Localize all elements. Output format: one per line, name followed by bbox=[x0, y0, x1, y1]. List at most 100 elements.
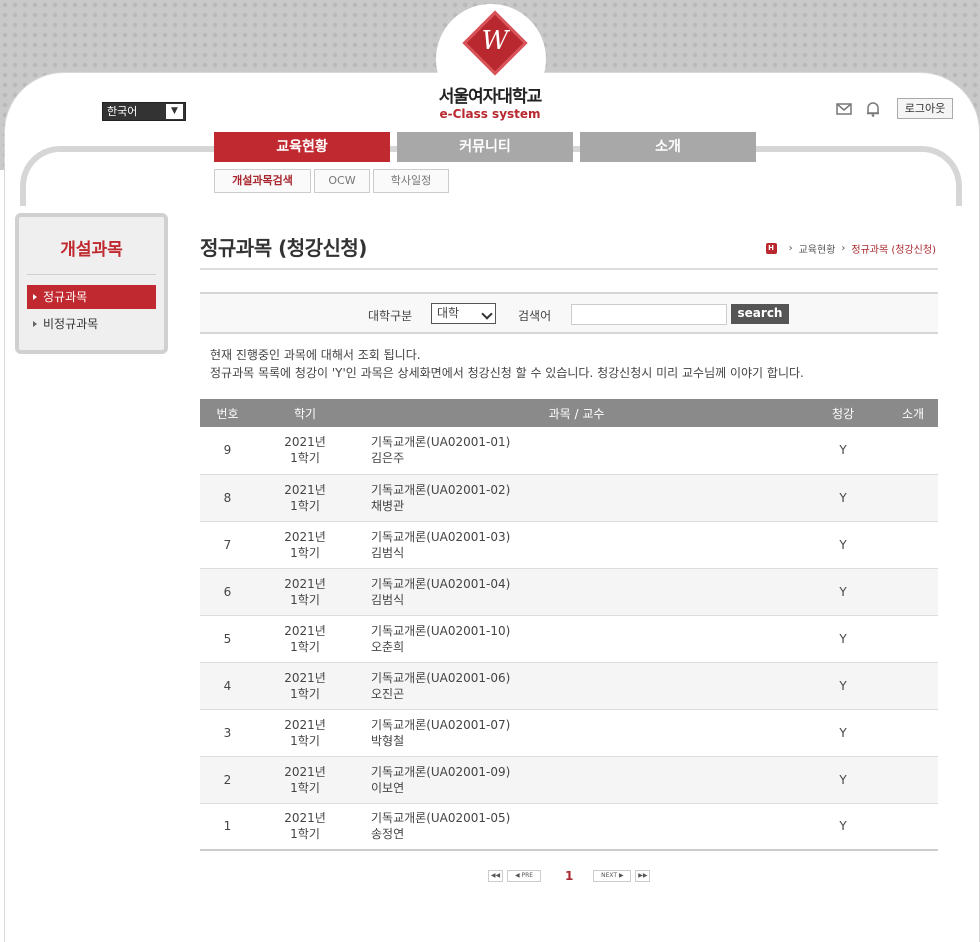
subtab-ocw[interactable]: OCW bbox=[314, 169, 370, 193]
cell-semester: 1학기 bbox=[290, 498, 320, 513]
cell-semester: 1학기 bbox=[290, 451, 320, 466]
first-page-icon[interactable]: ◀◀ bbox=[488, 870, 503, 882]
cell-number: 1 bbox=[200, 803, 255, 851]
cell-intro bbox=[888, 427, 938, 475]
cell-semester: 1학기 bbox=[290, 733, 320, 748]
table-row[interactable]: 7 2021년 1학기 기독교개론(UA02001-03) 김범식 Y bbox=[200, 521, 938, 569]
cell-course: 기독교개론(UA02001-09) 이보연 bbox=[355, 756, 798, 804]
side-menu-title: 개설과목 bbox=[27, 235, 156, 275]
side-menu-item-irregular[interactable]: 비정규과목 bbox=[27, 312, 156, 336]
course-link[interactable]: 기독교개론(UA02001-01) bbox=[371, 434, 798, 450]
tab-education[interactable]: 교육현황 bbox=[214, 132, 390, 162]
cell-number: 8 bbox=[200, 474, 255, 522]
cell-audit: Y bbox=[798, 709, 888, 757]
cell-semester: 1학기 bbox=[290, 592, 320, 607]
course-link[interactable]: 기독교개론(UA02001-06) bbox=[371, 670, 798, 686]
cell-term: 2021년 1학기 bbox=[255, 568, 355, 616]
breadcrumb: H › 교육현황 › 정규과목 (청강신청) bbox=[765, 241, 936, 256]
logo[interactable]: W 서울여자대학교 e-Class system bbox=[430, 10, 550, 121]
home-icon[interactable]: H bbox=[765, 243, 777, 254]
professor-name: 김은주 bbox=[371, 451, 405, 466]
course-link[interactable]: 기독교개론(UA02001-02) bbox=[371, 482, 798, 498]
subtab-academic-calendar[interactable]: 학사일정 bbox=[373, 169, 449, 193]
next-page-button[interactable]: NEXT ▶ bbox=[593, 870, 632, 882]
table-row[interactable]: 5 2021년 1학기 기독교개론(UA02001-10) 오춘희 Y bbox=[200, 615, 938, 663]
university-type-value: 대학 bbox=[437, 306, 460, 320]
table-row[interactable]: 1 2021년 1학기 기독교개론(UA02001-05) 송정연 Y bbox=[200, 803, 938, 851]
cell-year: 2021년 bbox=[284, 764, 326, 779]
cell-semester: 1학기 bbox=[290, 639, 320, 654]
cell-course: 기독교개론(UA02001-04) 김범식 bbox=[355, 568, 798, 616]
cell-year: 2021년 bbox=[284, 623, 326, 638]
cell-audit: Y bbox=[798, 756, 888, 804]
logo-emblem-icon: W bbox=[462, 10, 528, 76]
column-header-term: 학기 bbox=[255, 399, 355, 427]
cell-term: 2021년 1학기 bbox=[255, 427, 355, 475]
cell-number: 3 bbox=[200, 709, 255, 757]
pagination: ◀◀ ◀ PRE 1 NEXT ▶ ▶▶ bbox=[488, 869, 654, 883]
cell-number: 7 bbox=[200, 521, 255, 569]
breadcrumb-item[interactable]: 교육현황 bbox=[799, 241, 836, 256]
table-header-row: 번호 학기 과목 / 교수 청강 소개 bbox=[200, 399, 938, 427]
university-type-select[interactable]: 대학 bbox=[431, 303, 496, 324]
course-link[interactable]: 기독교개론(UA02001-10) bbox=[371, 623, 798, 639]
cell-intro bbox=[888, 521, 938, 569]
tab-community[interactable]: 커뮤니티 bbox=[397, 132, 573, 162]
keyword-label: 검색어 bbox=[518, 309, 552, 323]
language-select[interactable]: 한국어 ▼ bbox=[102, 102, 186, 121]
cell-semester: 1학기 bbox=[290, 686, 320, 701]
cell-course: 기독교개론(UA02001-10) 오춘희 bbox=[355, 615, 798, 663]
cell-intro bbox=[888, 803, 938, 851]
search-input[interactable] bbox=[571, 304, 727, 325]
table-row[interactable]: 9 2021년 1학기 기독교개론(UA02001-01) 김은주 Y bbox=[200, 427, 938, 475]
last-page-icon[interactable]: ▶▶ bbox=[635, 870, 651, 882]
professor-name: 김범식 bbox=[371, 592, 405, 607]
column-header-number: 번호 bbox=[200, 399, 255, 427]
cell-number: 2 bbox=[200, 756, 255, 804]
cell-course: 기독교개론(UA02001-07) 박형철 bbox=[355, 709, 798, 757]
table-row[interactable]: 4 2021년 1학기 기독교개론(UA02001-06) 오진곤 Y bbox=[200, 662, 938, 710]
cell-semester: 1학기 bbox=[290, 780, 320, 795]
course-link[interactable]: 기독교개론(UA02001-05) bbox=[371, 810, 798, 826]
professor-name: 송정연 bbox=[371, 827, 405, 842]
cell-course: 기독교개론(UA02001-03) 김범식 bbox=[355, 521, 798, 569]
search-button[interactable]: search bbox=[731, 304, 789, 324]
cell-audit: Y bbox=[798, 662, 888, 710]
course-link[interactable]: 기독교개론(UA02001-09) bbox=[371, 764, 798, 780]
cell-intro bbox=[888, 568, 938, 616]
cell-audit: Y bbox=[798, 521, 888, 569]
bell-icon[interactable] bbox=[864, 100, 882, 118]
prev-page-button[interactable]: ◀ PRE bbox=[507, 870, 541, 882]
cell-year: 2021년 bbox=[284, 576, 326, 591]
table-row[interactable]: 3 2021년 1학기 기독교개론(UA02001-07) 박형철 Y bbox=[200, 709, 938, 757]
tab-about[interactable]: 소개 bbox=[580, 132, 756, 162]
cell-course: 기독교개론(UA02001-05) 송정연 bbox=[355, 803, 798, 851]
logout-button[interactable]: 로그아웃 bbox=[897, 98, 953, 119]
side-menu-item-regular[interactable]: 정규과목 bbox=[27, 285, 156, 309]
cell-year: 2021년 bbox=[284, 435, 326, 450]
course-link[interactable]: 기독교개론(UA02001-03) bbox=[371, 529, 798, 545]
side-menu: 개설과목 정규과목 비정규과목 bbox=[15, 213, 168, 354]
cell-audit: Y bbox=[798, 568, 888, 616]
table-row[interactable]: 6 2021년 1학기 기독교개론(UA02001-04) 김범식 Y bbox=[200, 568, 938, 616]
cell-term: 2021년 1학기 bbox=[255, 756, 355, 804]
cell-number: 5 bbox=[200, 615, 255, 663]
cell-intro bbox=[888, 709, 938, 757]
cell-semester: 1학기 bbox=[290, 827, 320, 842]
cell-year: 2021년 bbox=[284, 811, 326, 826]
cell-audit: Y bbox=[798, 615, 888, 663]
mail-icon[interactable] bbox=[835, 100, 853, 118]
notice-line: 현재 진행중인 과목에 대해서 조회 됩니다. bbox=[210, 348, 421, 362]
course-link[interactable]: 기독교개론(UA02001-07) bbox=[371, 717, 798, 733]
cell-term: 2021년 1학기 bbox=[255, 615, 355, 663]
table-row[interactable]: 8 2021년 1학기 기독교개론(UA02001-02) 채병관 Y bbox=[200, 474, 938, 522]
table-row[interactable]: 2 2021년 1학기 기독교개론(UA02001-09) 이보연 Y bbox=[200, 756, 938, 804]
course-link[interactable]: 기독교개론(UA02001-04) bbox=[371, 576, 798, 592]
cell-term: 2021년 1학기 bbox=[255, 662, 355, 710]
next-page-label: NEXT bbox=[601, 872, 618, 879]
subtab-course-search[interactable]: 개설과목검색 bbox=[214, 169, 311, 193]
logo-subtitle: e-Class system bbox=[439, 107, 541, 121]
current-page[interactable]: 1 bbox=[565, 869, 573, 883]
professor-name: 이보연 bbox=[371, 780, 405, 795]
cell-course: 기독교개론(UA02001-06) 오진곤 bbox=[355, 662, 798, 710]
